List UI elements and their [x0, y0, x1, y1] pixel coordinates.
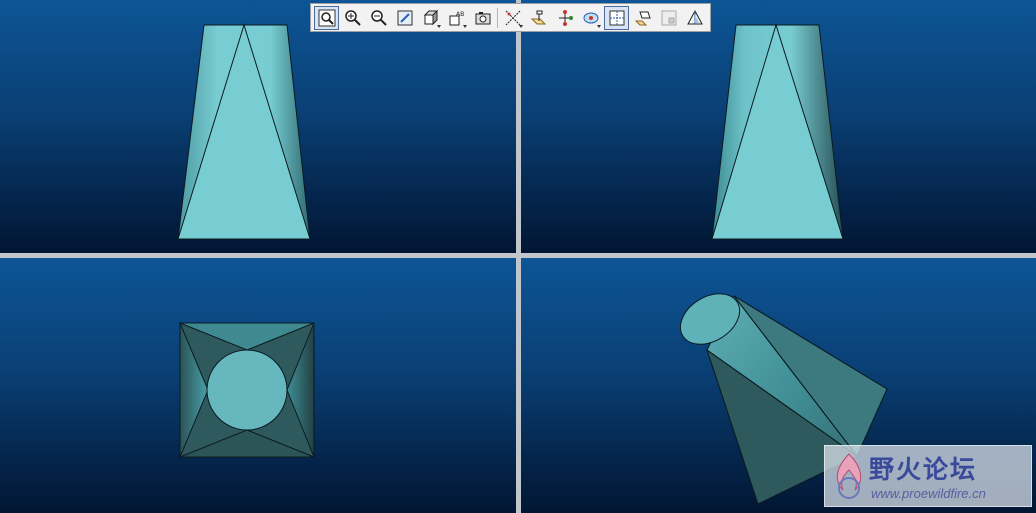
top-view-model — [179, 322, 315, 458]
datum-planes-button[interactable] — [526, 6, 551, 30]
datum-points-icon — [558, 9, 573, 26]
shading-display-button[interactable] — [418, 6, 443, 30]
zoom-in-button[interactable] — [340, 6, 365, 30]
orient-mode-icon — [475, 11, 490, 24]
repaint-button[interactable] — [392, 6, 417, 30]
datum-axes-button[interactable] — [500, 6, 525, 30]
orient-mode-button[interactable] — [470, 6, 495, 30]
front-view-model — [177, 23, 311, 240]
zoom-out-button[interactable] — [366, 6, 391, 30]
refit-zoom-icon — [318, 9, 335, 26]
watermark-title: 野火论坛 — [869, 455, 978, 484]
side-view-viewport[interactable] — [521, 0, 1036, 253]
zoom-out-icon — [370, 9, 387, 26]
appearance-icon — [686, 9, 703, 24]
appearance-button[interactable] — [682, 6, 707, 30]
refit-zoom-button[interactable] — [314, 5, 339, 30]
front-view-viewport[interactable] — [0, 0, 516, 253]
forum-watermark: 野火论坛 www.proewildfire.cn — [824, 445, 1032, 507]
repaint-icon — [397, 10, 412, 25]
view-toolbar: AB — [310, 3, 711, 32]
svg-text:AB: AB — [456, 11, 464, 18]
zoom-in-icon — [344, 9, 361, 26]
flame-logo-icon — [836, 453, 862, 499]
model-tree-button[interactable] — [656, 6, 681, 30]
datum-points-button[interactable] — [552, 6, 577, 30]
model-tree-icon — [661, 10, 676, 25]
side-view-model — [711, 23, 844, 240]
view-manager-icon — [609, 10, 624, 25]
view-manager-button[interactable] — [604, 5, 629, 30]
layers-icon — [634, 11, 651, 25]
watermark-url: www.proewildfire.cn — [871, 486, 986, 501]
top-view-viewport[interactable] — [0, 258, 516, 513]
layers-button[interactable] — [630, 6, 655, 30]
toolbar-separator — [497, 7, 498, 28]
saved-views-button[interactable]: AB — [444, 6, 469, 30]
datum-planes-icon — [530, 10, 546, 24]
spin-center-button[interactable] — [578, 6, 603, 30]
